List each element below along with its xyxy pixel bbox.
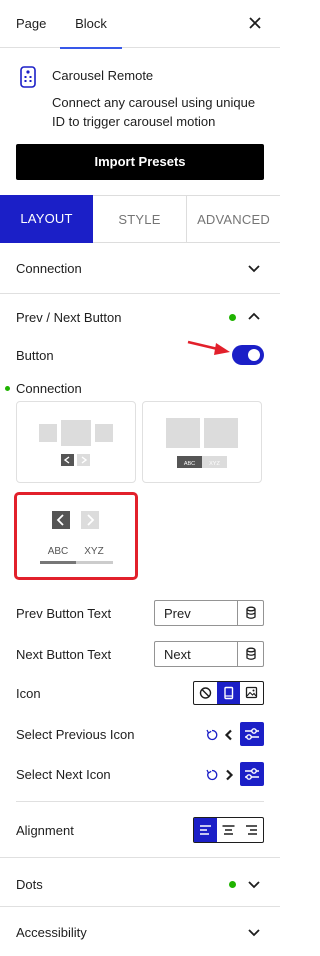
align-left-option[interactable] [194,818,217,842]
tab-block[interactable]: Block [60,0,122,49]
preset-2-xyz-label: XYZ [209,461,220,467]
align-right-icon [246,825,257,835]
next-button-text-value: Next [164,647,191,662]
preset-2-preview-icon: ABC XYZ [166,418,238,468]
connection-dot [5,386,10,391]
chevron-down-icon[interactable] [248,265,260,273]
icon-image-option[interactable] [240,682,263,704]
chevron-down-icon[interactable] [248,881,260,889]
preset-2-abc-label: ABC [184,461,195,467]
connection-label: Connection [16,381,82,396]
tab-advanced[interactable]: ADVANCED [187,195,280,243]
tab-style[interactable]: STYLE [93,195,187,243]
preset-3-abc-label: ABC [48,546,69,557]
preset-3-xyz-label: XYZ [84,546,103,557]
tab-page[interactable]: Page [16,0,46,48]
panel-prev-next-title[interactable]: Prev / Next Button [16,310,122,325]
sidebar-header-tabs: Page Block [0,0,280,49]
reset-icon[interactable] [205,768,219,782]
inspector-mode-tabs: LAYOUT STYLE ADVANCED [0,195,280,243]
database-icon [246,647,256,660]
icon-library-option[interactable] [217,682,240,704]
tab-layout[interactable]: LAYOUT [0,195,93,243]
chevron-down-icon[interactable] [248,929,260,937]
book-icon [224,686,234,700]
dynamic-data-button[interactable] [237,601,263,625]
select-previous-icon-button[interactable] [240,722,264,746]
remote-control-icon [20,66,36,88]
prev-button-text-value: Prev [164,606,191,621]
button-toggle[interactable] [232,345,264,365]
icon-label: Icon [16,686,41,701]
select-next-icon-label: Select Next Icon [16,767,111,782]
dynamic-data-button[interactable] [237,642,263,666]
block-title: Carousel Remote [52,68,154,83]
panel-connection[interactable]: Connection [0,243,280,294]
toggle-knob [248,349,260,361]
chevron-up-icon[interactable] [248,312,260,320]
icon-none-option[interactable] [194,682,217,704]
prev-button-text-label: Prev Button Text [16,606,112,621]
block-description: Connect any carousel using unique ID to … [52,95,256,129]
next-button-text-label: Next Button Text [16,647,112,662]
button-toggle-label: Button [16,348,54,363]
select-next-icon-button[interactable] [240,762,264,786]
align-right-option[interactable] [240,818,263,842]
tab-block-label: Block [75,16,107,31]
layout-preset-3[interactable]: ABC XYZ [14,492,138,580]
image-icon [245,686,258,699]
panel-dots[interactable]: Dots [0,857,280,907]
panel-connection-title: Connection [16,261,82,276]
status-dot [229,314,236,321]
chevron-right-icon [226,769,234,781]
next-button-text-input[interactable]: Next [154,641,264,667]
import-presets-button[interactable]: Import Presets [16,144,264,180]
sliders-icon [245,768,259,780]
preset-3-preview-icon: ABC XYZ [40,511,113,564]
chevron-left-icon [224,729,232,741]
align-center-icon [222,825,235,835]
layout-preset-2[interactable]: ABC XYZ [142,401,262,483]
close-icon[interactable] [246,14,264,32]
alignment-segmented-control [193,817,264,843]
align-left-icon [200,825,211,835]
prev-button-text-input[interactable]: Prev [154,600,264,626]
database-icon [246,606,256,619]
layout-preset-1[interactable] [16,401,136,483]
alignment-label: Alignment [16,823,74,838]
preset-1-preview-icon [39,420,113,466]
icon-type-segmented-control [193,681,264,705]
reset-icon[interactable] [205,728,219,742]
sliders-icon [245,728,259,740]
panel-dots-title: Dots [16,877,43,892]
annotation-arrow-icon [187,340,230,355]
panel-accessibility-title: Accessibility [16,925,87,940]
divider [16,801,264,802]
align-center-option[interactable] [217,818,240,842]
select-previous-icon-label: Select Previous Icon [16,727,135,742]
status-dot [229,881,236,888]
ban-icon [199,687,212,699]
panel-accessibility[interactable]: Accessibility [0,907,280,956]
